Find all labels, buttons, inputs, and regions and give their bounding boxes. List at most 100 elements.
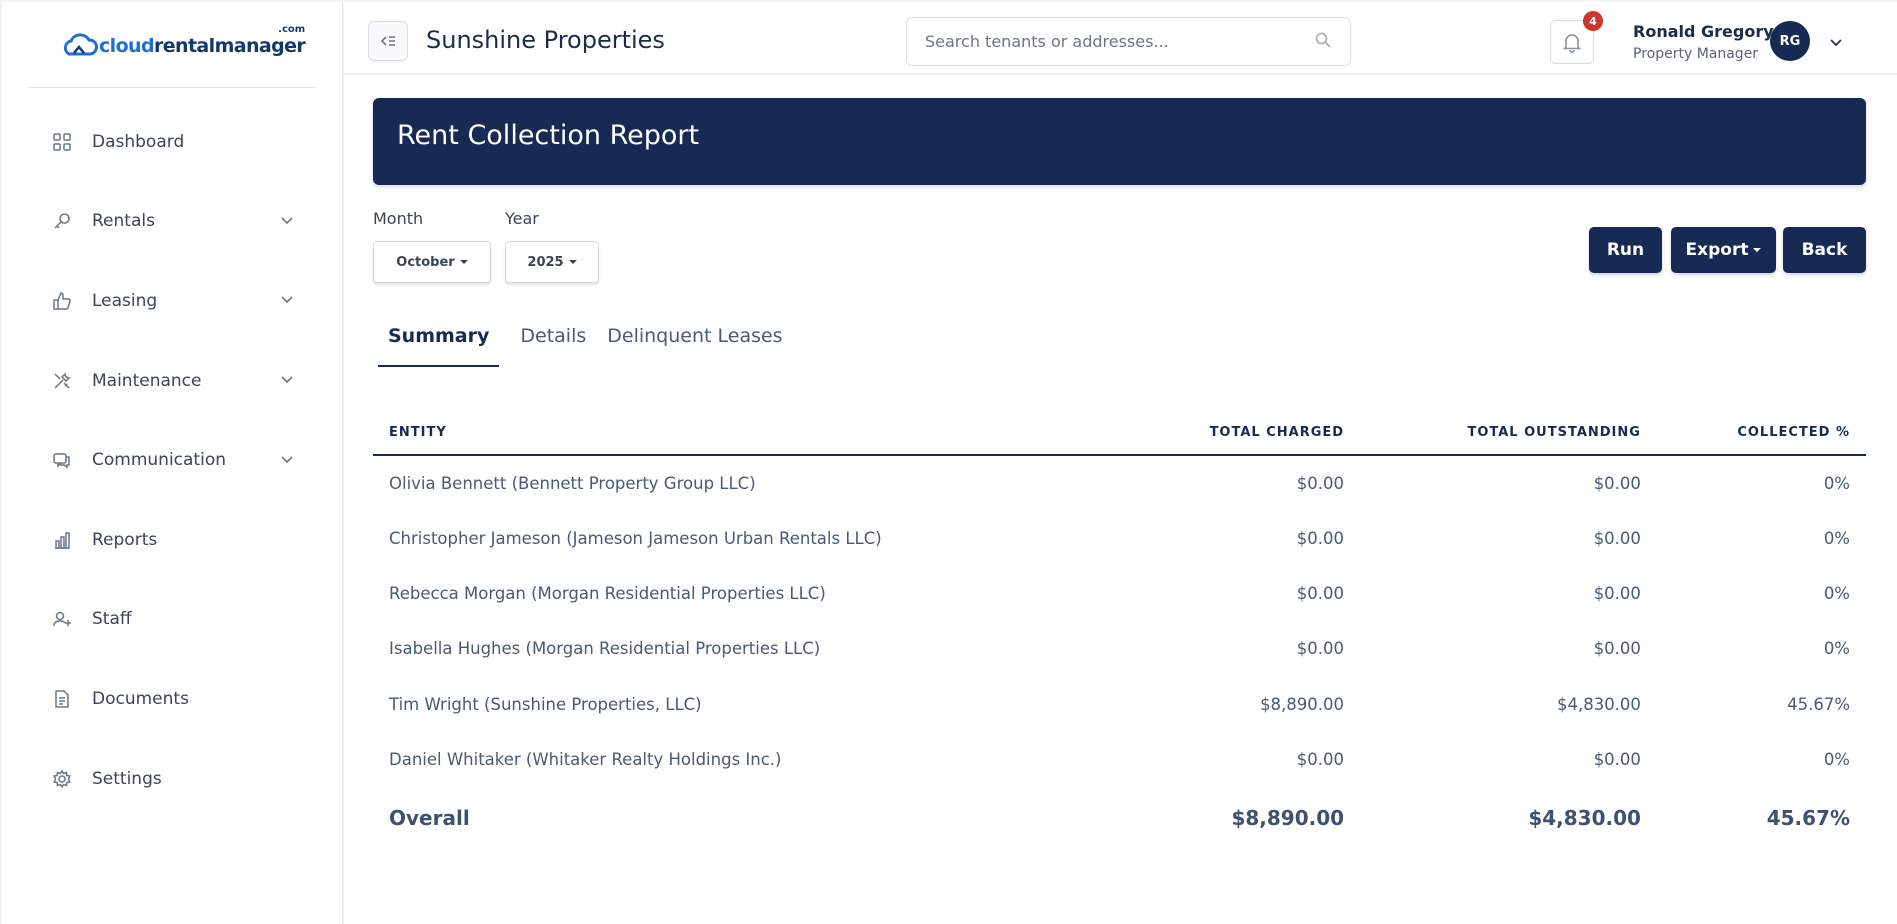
entity-cell: Rebecca Morgan (Morgan Residential Prope… [389, 583, 826, 603]
caret-down-icon [568, 260, 577, 264]
total-outstanding: $4,830.00 [1528, 806, 1641, 831]
chevron-down-icon [280, 291, 294, 310]
search-box[interactable] [906, 17, 1351, 66]
collected-cell: 0% [1823, 750, 1850, 770]
outstanding-cell: $4,830.00 [1556, 694, 1641, 714]
sidebar-item-label: Leasing [92, 290, 158, 311]
document-icon [52, 689, 72, 709]
logo-suffix: .com [278, 23, 306, 35]
collected-cell: 0% [1823, 583, 1850, 603]
chevron-down-icon [280, 212, 294, 231]
search-input[interactable] [925, 32, 1314, 51]
outstanding-cell: $0.00 [1593, 639, 1641, 659]
column-header-collected-percent[interactable]: COLLECTED % [1656, 411, 1866, 456]
export-button[interactable]: Export [1671, 227, 1776, 273]
run-button[interactable]: Run [1589, 227, 1662, 273]
charged-cell: $0.00 [1296, 639, 1345, 659]
bell-icon [1562, 34, 1582, 53]
entity-cell: Isabella Hughes (Morgan Residential Prop… [389, 639, 821, 659]
charged-cell: $0.00 [1296, 473, 1345, 493]
charged-cell: $0.00 [1296, 583, 1345, 603]
main-content: Rent Collection Report Month October Yea… [344, 75, 1897, 924]
month-dropdown[interactable]: October [373, 241, 491, 283]
key-icon [52, 211, 72, 231]
sidebar-item-label: Rentals [92, 211, 155, 232]
outstanding-cell: $0.00 [1593, 750, 1641, 770]
table-header-row: ENTITY TOTAL CHARGED TOTAL OUTSTANDING C… [373, 411, 1866, 456]
chevron-down-icon [280, 451, 294, 470]
sidebar-item-leasing[interactable]: Leasing [2, 261, 342, 341]
top-bar: Sunshine Properties 4 Ronald Gregory Pro… [344, 2, 1897, 74]
month-value: October [396, 254, 455, 270]
cloud-logo-icon [63, 32, 98, 55]
search-icon[interactable] [1314, 31, 1332, 53]
entity-cell: Olivia Bennett (Bennett Property Group L… [389, 473, 756, 493]
charged-cell: $8,890.00 [1260, 694, 1345, 714]
total-label: Overall [389, 806, 470, 831]
sidebar-item-rentals[interactable]: Rentals [2, 182, 342, 262]
entity-cell: Tim Wright (Sunshine Properties, LLC) [389, 694, 702, 714]
table-row: Isabella Hughes (Morgan Residential Prop… [373, 621, 1866, 676]
column-header-total-charged[interactable]: TOTAL CHARGED [1119, 411, 1361, 456]
user-role: Property Manager [1633, 46, 1759, 62]
month-label: Month [373, 209, 424, 228]
column-header-total-outstanding[interactable]: TOTAL OUTSTANDING [1360, 411, 1657, 456]
sidebar-nav: Dashboard Rentals Leasing Maintenance Co… [2, 102, 342, 818]
sidebar-item-staff[interactable]: Staff [2, 580, 342, 660]
outstanding-cell: $0.00 [1593, 528, 1641, 548]
sidebar-item-reports[interactable]: Reports [2, 500, 342, 580]
collapse-sidebar-icon [380, 36, 395, 46]
sidebar-item-label: Staff [92, 609, 132, 630]
back-button[interactable]: Back [1783, 227, 1866, 273]
sidebar-item-maintenance[interactable]: Maintenance [2, 341, 342, 421]
sidebar-item-dashboard[interactable]: Dashboard [2, 102, 342, 182]
collected-cell: 0% [1823, 639, 1850, 659]
outstanding-cell: $0.00 [1593, 583, 1641, 603]
logo[interactable]: cloudrentalmanager .com [28, 2, 316, 88]
sidebar-item-communication[interactable]: Communication [2, 420, 342, 500]
sidebar-item-settings[interactable]: Settings [2, 739, 342, 819]
sidebar-item-label: Communication [92, 450, 226, 471]
tab-delinquent-leases[interactable]: Delinquent Leases [607, 325, 782, 367]
user-name[interactable]: Ronald Gregory [1633, 22, 1774, 41]
table-row: Christopher Jameson (Jameson Jameson Urb… [373, 510, 1866, 565]
bar-chart-icon [52, 530, 72, 550]
gear-icon [52, 769, 72, 789]
sidebar-toggle-button[interactable] [368, 21, 408, 61]
chat-icon [52, 450, 72, 470]
year-dropdown[interactable]: 2025 [505, 241, 599, 283]
table-row: Rebecca Morgan (Morgan Residential Prope… [373, 566, 1866, 621]
page-title: Rent Collection Report [397, 120, 700, 151]
sidebar-item-label: Reports [92, 529, 158, 550]
tab-summary[interactable]: Summary [378, 325, 500, 367]
charged-cell: $0.00 [1296, 528, 1345, 548]
caret-down-icon [1753, 248, 1762, 252]
collected-cell: 0% [1823, 473, 1850, 493]
sidebar: cloudrentalmanager .com Dashboard Rental… [2, 2, 343, 924]
report-banner: Rent Collection Report [373, 98, 1866, 185]
user-menu-chevron-icon[interactable] [1828, 34, 1844, 54]
report-tabs: Summary Details Delinquent Leases [378, 325, 804, 367]
logo-text: cloudrentalmanager [99, 34, 306, 57]
sidebar-item-label: Dashboard [92, 131, 185, 152]
avatar[interactable]: RG [1770, 21, 1810, 61]
tab-details[interactable]: Details [520, 325, 586, 367]
total-collected: 45.67% [1766, 806, 1850, 831]
charged-cell: $0.00 [1296, 750, 1345, 770]
collected-cell: 45.67% [1787, 694, 1850, 714]
table-row: Olivia Bennett (Bennett Property Group L… [373, 455, 1866, 510]
rent-collection-table: ENTITY TOTAL CHARGED TOTAL OUTSTANDING C… [373, 411, 1866, 849]
sidebar-item-documents[interactable]: Documents [2, 659, 342, 739]
user-add-icon [52, 609, 72, 629]
thumbs-up-icon [52, 291, 72, 311]
column-header-entity[interactable]: ENTITY [373, 411, 1120, 456]
chevron-down-icon [280, 371, 294, 390]
table-total-row: Overall $8,890.00 $4,830.00 45.67% [373, 787, 1866, 849]
notification-badge: 4 [1583, 11, 1603, 31]
collected-cell: 0% [1823, 528, 1850, 548]
year-label: Year [505, 209, 539, 228]
entity-cell: Christopher Jameson (Jameson Jameson Urb… [389, 528, 882, 548]
outstanding-cell: $0.00 [1593, 473, 1641, 493]
sidebar-item-label: Settings [92, 768, 162, 789]
notifications-button[interactable]: 4 [1550, 11, 1603, 64]
